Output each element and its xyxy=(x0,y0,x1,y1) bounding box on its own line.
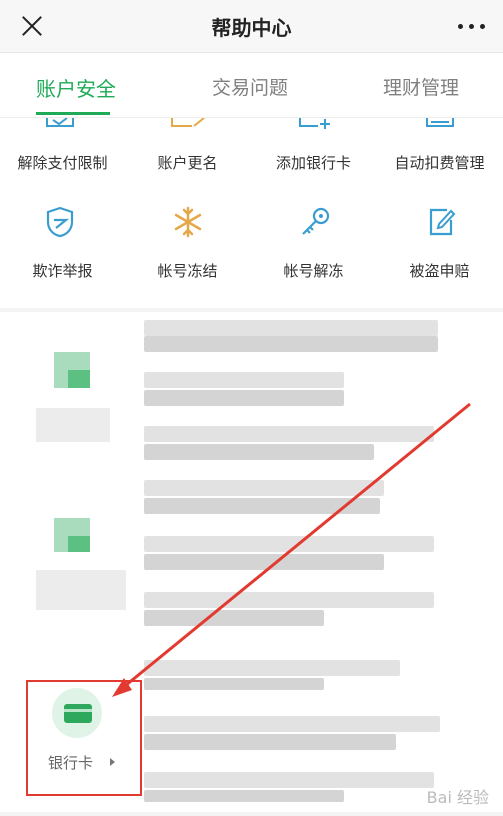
annotation-arrow xyxy=(112,402,471,697)
watermark: Bai 经验 xyxy=(426,788,489,807)
